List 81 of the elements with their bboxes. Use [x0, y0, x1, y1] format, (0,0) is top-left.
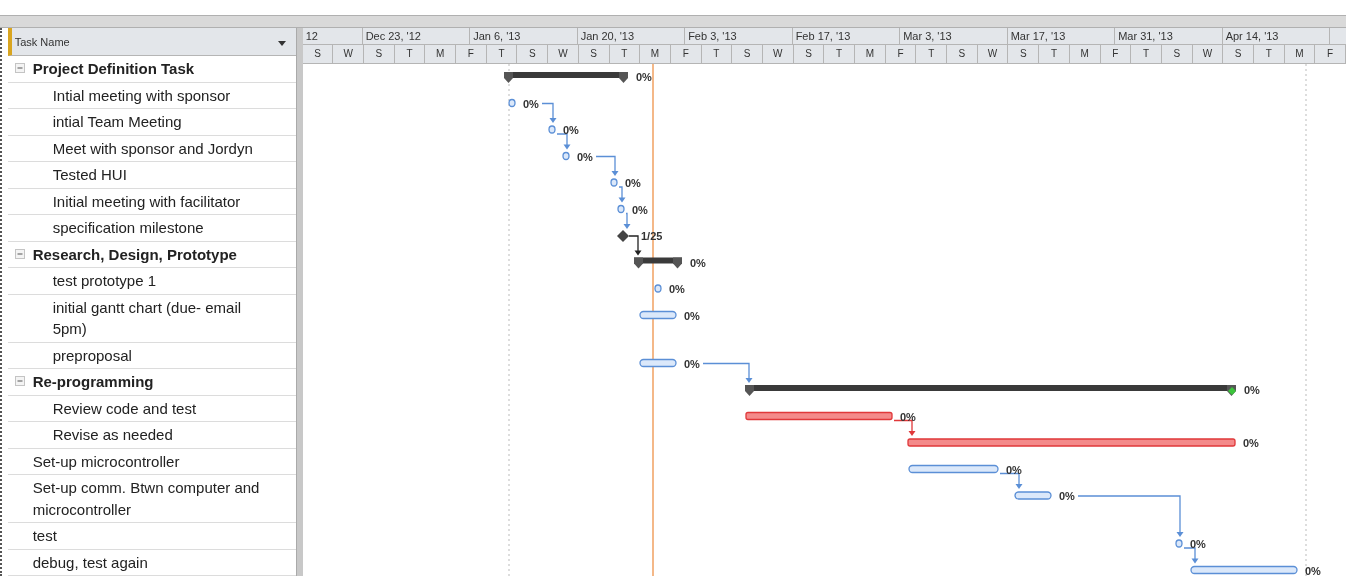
day-label: W	[1202, 48, 1213, 59]
task-name: Tested HUI	[52, 165, 127, 185]
task-name: Meet with sponsor and Jordyn	[52, 138, 253, 159]
task-name: Review code and test	[52, 398, 197, 419]
percent-label: 0%	[576, 150, 593, 163]
period-label: Jan 20, '13	[580, 30, 635, 42]
day-label: M	[650, 48, 660, 59]
period-label: Jan 6, '13	[473, 30, 521, 42]
day-label: M	[436, 48, 445, 59]
percent-label: 0%	[624, 177, 641, 189]
percent-label: 0%	[1304, 564, 1321, 576]
period-label: Mar 3, '13	[903, 30, 952, 42]
percent-label: 0%	[522, 97, 539, 110]
period-label: 12	[305, 30, 318, 42]
column-title: Task Name	[14, 35, 70, 50]
day-label: F	[897, 48, 904, 59]
task-name: Project Definition Task	[32, 59, 195, 79]
task-name: Revise as needed	[52, 425, 173, 445]
day-label: S	[1234, 48, 1242, 59]
day-label: S	[1019, 48, 1027, 59]
task-name: Research, Design, Prototype	[32, 244, 237, 265]
day-label: T	[713, 48, 720, 59]
percent-label: 0%	[1243, 384, 1260, 396]
day-label: T	[1265, 48, 1272, 59]
percent-label: 0%	[899, 410, 916, 423]
day-label: T	[406, 48, 413, 59]
task-name: Initial meeting with facilitator	[52, 191, 241, 212]
percent-label: 0%	[689, 256, 706, 269]
period-label: Apr 14, '13	[1225, 30, 1279, 42]
task-name: specification milestone	[52, 218, 204, 238]
day-label: S	[805, 48, 812, 59]
day-label: S	[314, 48, 321, 59]
period-label: Feb 17, '13	[795, 30, 851, 42]
day-label: W	[987, 48, 998, 59]
percent-label: 0%	[631, 203, 648, 216]
period-label: Feb 3, '13	[688, 30, 737, 42]
day-label: T	[1050, 48, 1057, 59]
day-label: T	[836, 48, 843, 59]
day-label: T	[498, 48, 505, 59]
day-label: S	[1173, 48, 1181, 59]
task-name: debug, test again	[32, 552, 148, 573]
task-name: Re-programming	[32, 372, 154, 392]
task-name: test prototype 1	[52, 271, 157, 291]
day-label: T	[1142, 48, 1150, 59]
day-label: W	[558, 48, 568, 59]
day-label: T	[621, 48, 628, 59]
day-label: S	[528, 48, 536, 59]
percent-label: 0%	[1189, 538, 1206, 550]
task-name: intial Team Meeting	[52, 112, 182, 132]
day-label: S	[375, 48, 383, 59]
day-label: S	[958, 48, 966, 59]
day-label: F	[467, 48, 474, 59]
task-name: Set-up microcontroller	[32, 451, 180, 472]
day-label: W	[773, 48, 783, 59]
percent-label: 0%	[562, 124, 579, 136]
percent-label: 0%	[668, 283, 685, 295]
period-label: Mar 31, '13	[1118, 30, 1173, 42]
percent-label: 0%	[1005, 463, 1022, 476]
day-label: F	[682, 48, 689, 59]
day-label: T	[928, 48, 935, 59]
day-label: M	[1295, 48, 1304, 59]
task-name: Intial meeting with sponsor	[52, 85, 231, 106]
task-name: Set-up comm. Btwn computer and microcontroller	[32, 478, 261, 520]
percent-label: 0%	[1058, 490, 1075, 502]
day-label: M	[1080, 48, 1089, 59]
day-label: S	[590, 48, 597, 59]
percent-label: 0%	[683, 309, 700, 322]
day-label: S	[743, 48, 751, 59]
task-name: preproposal	[52, 345, 132, 366]
period-label: Mar 17, '13	[1010, 30, 1066, 42]
task-name: test	[32, 526, 57, 546]
day-label: W	[343, 48, 353, 59]
column-header[interactable]: Task Name	[7, 28, 296, 56]
day-label: F	[1327, 48, 1334, 59]
day-label: F	[1112, 48, 1119, 59]
task-name: initial gantt chart (due- email 5pm)	[52, 297, 243, 339]
day-label: M	[865, 48, 874, 59]
percent-label: 0%	[1242, 437, 1259, 449]
percent-label: 0%	[683, 357, 700, 370]
percent-label: 0%	[635, 71, 652, 83]
period-label: Dec 23, '12	[365, 30, 421, 42]
